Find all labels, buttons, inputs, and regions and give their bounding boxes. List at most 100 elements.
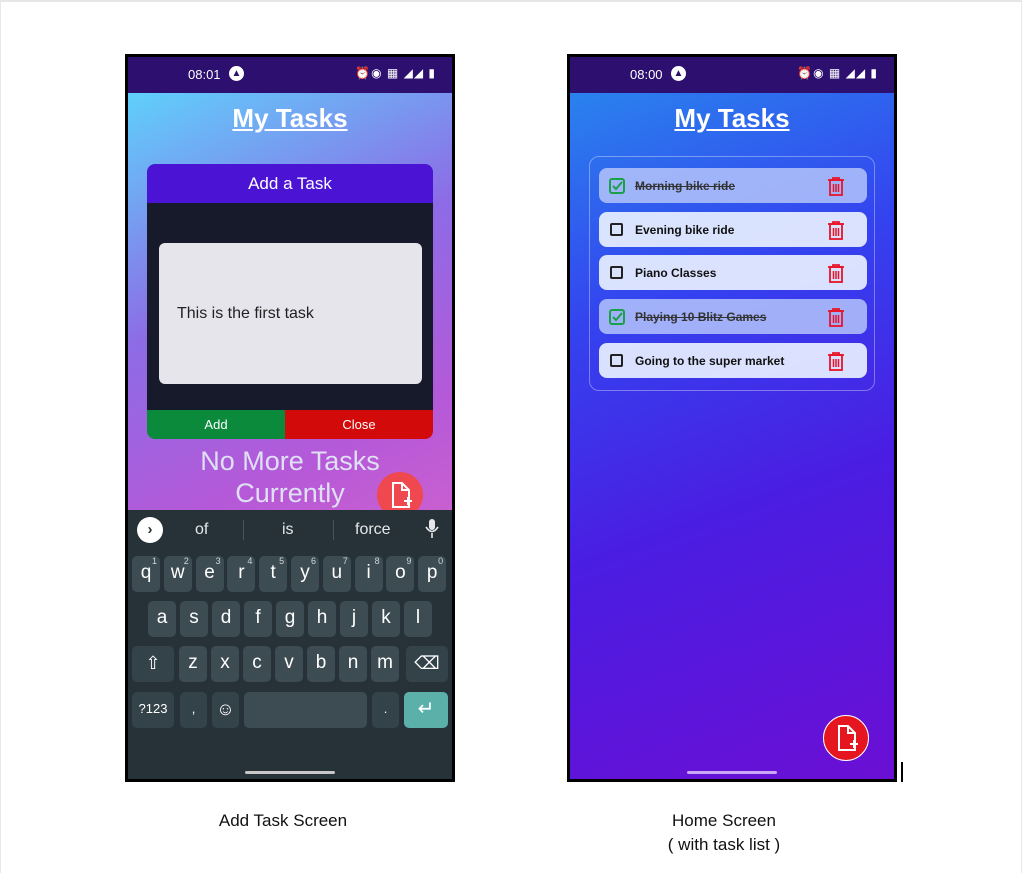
key-letter: p: [426, 562, 438, 583]
checkbox-empty-icon[interactable]: [610, 222, 623, 236]
task-text: Piano Classes: [635, 266, 717, 281]
key-letter: u: [331, 562, 343, 583]
checkbox-checked-icon[interactable]: [609, 309, 625, 326]
system-status-icons: ⏰◉ ▦ ◢◢ ▮: [797, 66, 878, 80]
key-f[interactable]: f: [244, 601, 272, 637]
key-w[interactable]: w2: [163, 556, 192, 592]
key-letter: r: [238, 562, 245, 583]
shift-key[interactable]: ⇧: [132, 646, 174, 682]
task-row[interactable]: Playing 10 Blitz Games: [599, 299, 867, 335]
symbols-key[interactable]: ?123: [132, 692, 174, 728]
key-i[interactable]: i8: [354, 556, 383, 592]
key-k[interactable]: k: [372, 601, 400, 637]
task-list: Morning bike ride Evening bike ride Piano …: [589, 156, 875, 391]
caption-add-task: Add Task Screen: [218, 811, 348, 830]
trash-icon[interactable]: [827, 220, 845, 240]
page-title: My Tasks: [674, 103, 790, 133]
mic-icon[interactable]: [425, 518, 439, 540]
key-d[interactable]: d: [212, 601, 240, 637]
key-letter: e: [204, 562, 215, 583]
task-input[interactable]: This is the first task: [159, 243, 422, 384]
caption-home: Home Screen ( with task list ): [624, 811, 824, 855]
key-letter: y: [300, 562, 310, 583]
key-n[interactable]: n: [339, 646, 367, 682]
page-top-border: [0, 0, 1022, 2]
file-plus-icon: [838, 725, 858, 751]
key-hint: 2: [183, 556, 189, 566]
task-row[interactable]: Morning bike ride: [599, 168, 867, 203]
key-hint: 3: [215, 556, 221, 566]
suggestion-2[interactable]: is: [282, 521, 294, 539]
task-row[interactable]: Evening bike ride: [599, 211, 867, 247]
task-text: Morning bike ride: [635, 179, 736, 193]
key-m[interactable]: m: [371, 646, 399, 682]
key-hint: 8: [374, 556, 380, 566]
add-button[interactable]: Add: [147, 410, 285, 439]
key-hint: 4: [247, 556, 253, 566]
add-task-phone: 08:01 ▲ ⏰◉ ▦ ◢◢ ▮ My Tasks Add a Task Th…: [125, 54, 455, 782]
modal-body: This is the first task: [147, 203, 433, 410]
key-s[interactable]: s: [180, 601, 208, 637]
close-button[interactable]: Close: [285, 410, 433, 439]
keyboard: › of is force q1w2e3r4t5y6u7i8o9p0 asdfg…: [128, 510, 452, 779]
expand-chevron-icon[interactable]: ›: [137, 517, 163, 543]
key-j[interactable]: j: [340, 601, 368, 637]
key-hint: 0: [438, 556, 444, 566]
task-text: Playing 10 Blitz Games: [635, 310, 767, 325]
status-time: 08:01: [188, 67, 221, 82]
task-text: Going to the super market: [635, 353, 785, 368]
emoji-icon[interactable]: ☺: [212, 692, 239, 728]
key-b[interactable]: b: [307, 646, 335, 682]
page-left-border: [0, 0, 1, 873]
checkbox-empty-icon[interactable]: [610, 266, 623, 280]
app-background: My Tasks Morning bike ride Evening bike r…: [570, 93, 894, 779]
key-g[interactable]: g: [276, 601, 304, 637]
task-row[interactable]: Piano Classes: [599, 255, 867, 291]
backspace-key[interactable]: ⌫: [406, 646, 448, 682]
status-time: 08:00: [630, 67, 663, 82]
key-letter: i: [366, 562, 371, 583]
suggestion-1[interactable]: of: [195, 521, 208, 539]
key-letter: q: [140, 562, 152, 583]
key-u[interactable]: u7: [322, 556, 351, 592]
enter-key[interactable]: ↵: [404, 692, 448, 728]
key-hint: 7: [342, 556, 348, 566]
add-task-modal: Add a Task This is the first task Add Cl…: [147, 164, 433, 439]
add-task-fab[interactable]: [823, 715, 869, 761]
trash-icon[interactable]: [827, 351, 845, 371]
system-status-icons: ⏰◉ ▦ ◢◢ ▮: [355, 66, 436, 80]
key-r[interactable]: r4: [227, 556, 256, 592]
status-bar: 08:01 ▲ ⏰◉ ▦ ◢◢ ▮: [128, 57, 452, 93]
key-p[interactable]: p0: [418, 556, 447, 592]
suggestion-3[interactable]: force: [355, 521, 391, 539]
checkbox-empty-icon[interactable]: [610, 353, 623, 367]
key-v[interactable]: v: [275, 646, 303, 682]
trash-icon[interactable]: [827, 176, 845, 196]
suggestion-divider: [333, 520, 334, 540]
key-a[interactable]: a: [148, 601, 176, 637]
key-q[interactable]: q1: [132, 556, 160, 592]
app-notification-icon: ▲: [229, 66, 244, 81]
gesture-nav-bar[interactable]: [687, 771, 777, 774]
key-y[interactable]: y6: [291, 556, 319, 592]
key-hint: 6: [310, 556, 316, 566]
key-t[interactable]: t5: [259, 556, 288, 592]
key-z[interactable]: z: [179, 646, 207, 682]
key-e[interactable]: e3: [195, 556, 224, 592]
trash-icon[interactable]: [827, 307, 845, 327]
comma-key[interactable]: ,: [180, 692, 207, 728]
key-l[interactable]: l: [404, 601, 432, 637]
checkbox-checked-icon[interactable]: [609, 178, 625, 194]
task-text: Evening bike ride: [635, 222, 735, 237]
period-key[interactable]: .: [372, 692, 399, 728]
key-c[interactable]: c: [243, 646, 271, 682]
text-cursor: [901, 762, 903, 782]
key-o[interactable]: o9: [386, 556, 415, 592]
space-key[interactable]: [244, 692, 367, 728]
trash-icon[interactable]: [827, 263, 845, 284]
key-x[interactable]: x: [211, 646, 239, 682]
key-h[interactable]: h: [308, 601, 336, 637]
task-row[interactable]: Going to the super market: [599, 342, 867, 378]
gesture-nav-bar[interactable]: [245, 771, 335, 774]
key-letter: o: [395, 562, 406, 583]
